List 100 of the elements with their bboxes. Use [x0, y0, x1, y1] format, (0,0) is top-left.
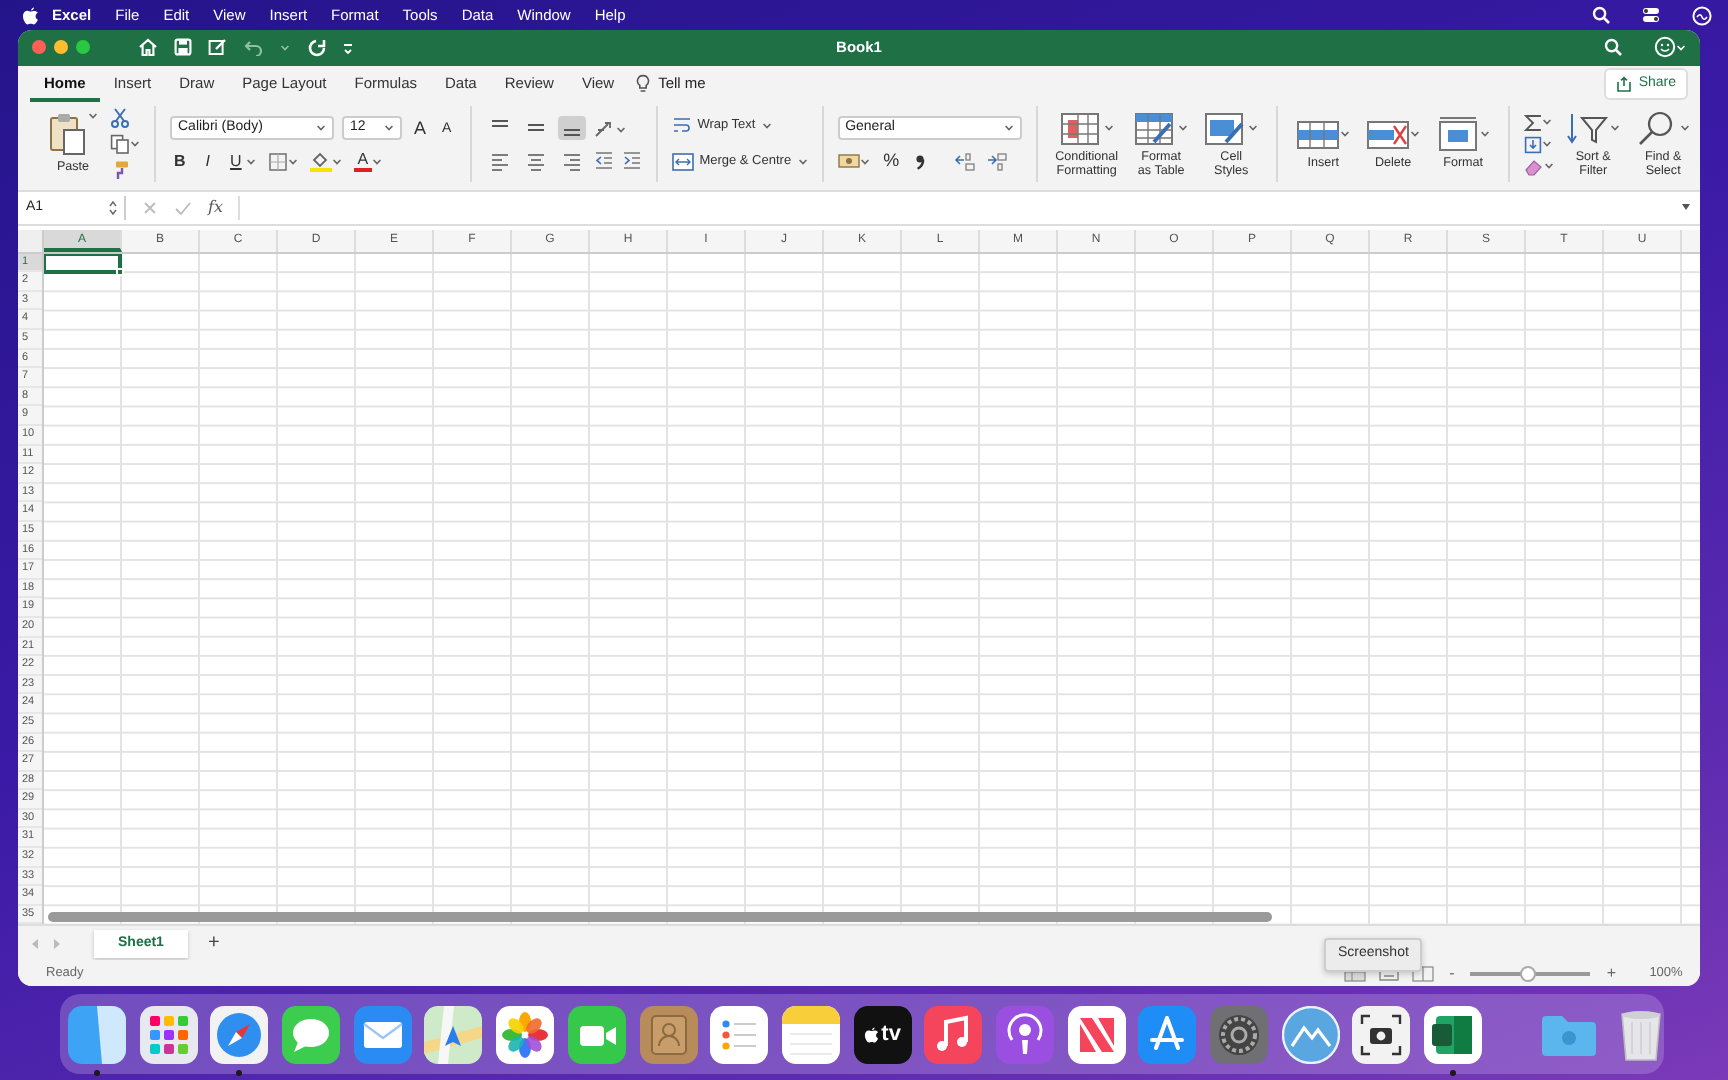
caret-icon — [331, 157, 342, 166]
chat-bubble-icon[interactable] — [282, 1005, 341, 1063]
search-icon[interactable] — [1592, 6, 1610, 24]
caret-icon — [859, 157, 870, 166]
zoom-in-button[interactable]: + — [1602, 962, 1620, 985]
caret-icon — [1610, 123, 1621, 132]
caret-icon — [1103, 123, 1114, 132]
save-icon[interactable] — [174, 38, 192, 57]
delete-cells-icon — [1366, 116, 1411, 153]
fill-handle[interactable] — [116, 268, 124, 277]
increase-indent-icon[interactable] — [621, 149, 642, 170]
caret-icon — [1542, 140, 1553, 149]
share-icon — [1616, 76, 1633, 93]
expand-icon[interactable] — [1680, 202, 1692, 213]
underline-button[interactable]: U — [226, 150, 246, 173]
comma-style-icon[interactable] — [913, 151, 926, 172]
undo-icon[interactable] — [244, 38, 264, 57]
align-bottom-button[interactable] — [557, 115, 586, 140]
search-icon[interactable] — [1604, 38, 1622, 57]
caret-icon — [130, 140, 140, 149]
checklist-icon[interactable] — [710, 1005, 769, 1063]
gear-icon[interactable] — [1210, 1005, 1268, 1063]
decrease-decimal-icon[interactable] — [985, 151, 1008, 172]
caret-icon — [1178, 123, 1189, 132]
add-sheet-button[interactable]: + — [199, 933, 228, 954]
caret-icon — [1003, 124, 1014, 133]
smiley-icon[interactable] — [1654, 36, 1676, 59]
align-icon — [561, 151, 582, 172]
caret-icon — [316, 124, 326, 133]
spreadsheet-icon[interactable] — [1424, 1005, 1483, 1063]
checkmark-icon[interactable] — [174, 199, 192, 216]
siri-icon[interactable] — [1692, 5, 1712, 25]
caret-icon — [280, 43, 290, 52]
envelope-icon[interactable] — [353, 1005, 412, 1063]
lightbulb-icon — [636, 74, 651, 95]
stepper-icon[interactable] — [108, 199, 118, 216]
scissors-icon[interactable] — [110, 108, 130, 129]
orientation-icon[interactable] — [593, 119, 616, 140]
caret-icon — [1480, 130, 1491, 139]
zoom-out-button[interactable]: - — [1445, 962, 1459, 985]
customize-icon[interactable] — [342, 39, 354, 56]
finder-icon[interactable] — [68, 1005, 126, 1063]
align-icon — [489, 151, 510, 172]
notepad-icon[interactable] — [781, 1005, 840, 1063]
percent-button[interactable]: % — [879, 150, 904, 173]
mountain-icon[interactable] — [1281, 1005, 1340, 1063]
decrease-indent-icon[interactable] — [593, 149, 614, 170]
caret-icon — [1544, 162, 1555, 171]
apple-icon[interactable] — [22, 5, 40, 25]
caret-icon — [615, 125, 626, 134]
app-grid-icon[interactable] — [139, 1005, 198, 1063]
borders-icon[interactable] — [267, 151, 288, 172]
zoom-slider[interactable] — [1470, 971, 1591, 976]
caret-icon — [287, 157, 298, 166]
news-icon[interactable] — [1067, 1005, 1126, 1063]
caret-icon — [1680, 123, 1691, 132]
cell-styles-icon — [1204, 109, 1249, 146]
home-icon[interactable] — [138, 38, 158, 57]
horizontal-scrollbar[interactable] — [48, 912, 1272, 923]
sum-icon[interactable] — [1524, 113, 1543, 132]
bold-button[interactable]: B — [170, 150, 190, 173]
increase-decimal-icon[interactable] — [953, 151, 976, 172]
format-painter-icon[interactable] — [110, 160, 130, 181]
music-note-icon[interactable] — [924, 1005, 983, 1063]
insert-function-button[interactable]: fx — [208, 195, 223, 220]
currency-icon[interactable] — [837, 152, 860, 171]
control-center-icon[interactable] — [1642, 6, 1660, 24]
minimize-button[interactable] — [54, 40, 68, 55]
caret-icon — [1340, 130, 1351, 139]
caret-icon — [372, 157, 383, 166]
compass-icon[interactable] — [210, 1005, 269, 1063]
fill-color-icon[interactable] — [309, 150, 332, 173]
caret-icon — [1410, 130, 1421, 139]
wrap-text-icon — [671, 116, 692, 137]
redo-icon[interactable] — [306, 37, 326, 58]
copy-icon[interactable] — [110, 134, 130, 155]
caret-icon — [797, 158, 808, 167]
slider-thumb[interactable] — [1519, 965, 1536, 982]
tv-app-icon[interactable]: tv — [853, 1005, 912, 1063]
zoom-button[interactable] — [76, 40, 90, 55]
fill-down-icon[interactable] — [1524, 135, 1543, 154]
podcast-icon[interactable] — [995, 1005, 1054, 1063]
caret-icon — [245, 157, 256, 166]
conditional-formatting-icon — [1059, 109, 1104, 146]
clipboard-icon — [48, 112, 88, 157]
merge-icon — [671, 152, 694, 173]
grow-font-button[interactable]: A — [410, 117, 431, 140]
map-icon[interactable] — [424, 1005, 483, 1063]
caret-icon — [1248, 123, 1259, 132]
flower-icon[interactable] — [496, 1005, 555, 1063]
caret-icon — [1542, 118, 1553, 127]
video-camera-icon[interactable] — [567, 1005, 626, 1063]
italic-button[interactable]: I — [201, 150, 215, 173]
camera-icon[interactable] — [1352, 1005, 1411, 1063]
font-color-button[interactable]: A — [353, 150, 373, 173]
app-store-icon[interactable] — [1138, 1005, 1197, 1063]
align-icon — [525, 151, 546, 172]
caret-icon — [761, 122, 772, 131]
edit-icon[interactable] — [208, 38, 228, 57]
eraser-icon[interactable] — [1524, 157, 1545, 176]
